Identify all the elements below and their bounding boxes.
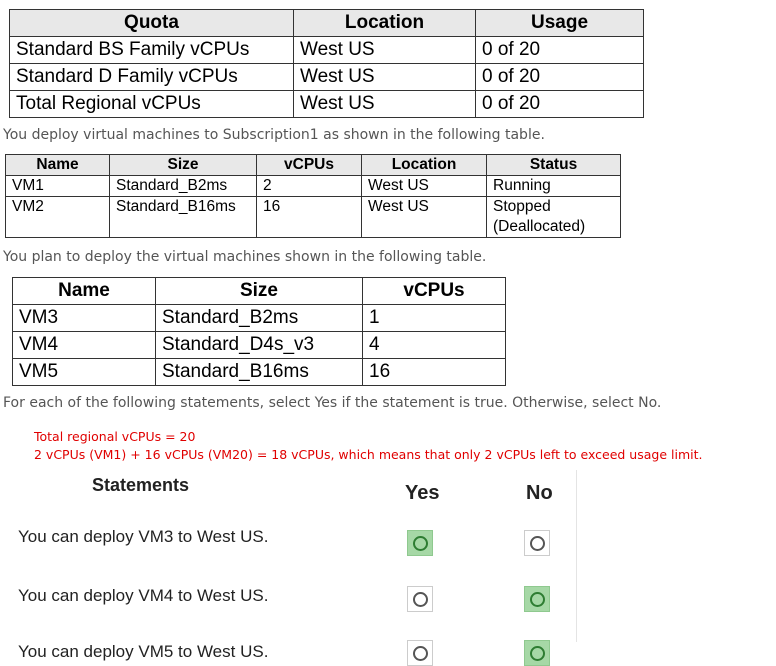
radio-button-icon xyxy=(412,645,428,661)
table-cell: 16 xyxy=(256,196,362,238)
statement-2-yes-radio[interactable] xyxy=(407,586,433,612)
column-header: Location xyxy=(361,154,487,176)
column-header: vCPUs xyxy=(256,154,362,176)
table-cell: VM3 xyxy=(12,304,156,332)
radio-button-icon xyxy=(412,535,428,551)
table-cell: West US xyxy=(361,175,487,197)
table-header-row: Quota Location Usage xyxy=(9,9,644,37)
quota-table: Quota Location Usage Standard BS Family … xyxy=(9,9,644,118)
radio-button-icon xyxy=(412,591,428,607)
table-cell: West US xyxy=(361,196,487,238)
table-cell: Standard_B2ms xyxy=(109,175,257,197)
table-cell: Running xyxy=(486,175,621,197)
table-row: VM3 Standard_B2ms 1 xyxy=(12,304,506,332)
instruction-text: For each of the following statements, se… xyxy=(3,395,662,411)
table-cell: VM1 xyxy=(5,175,110,197)
planned-vms-table: Name Size vCPUs VM3 Standard_B2ms 1 VM4 … xyxy=(12,277,506,386)
table-cell: Standard BS Family vCPUs xyxy=(9,36,294,64)
divider xyxy=(576,470,577,642)
table-cell: West US xyxy=(293,90,476,118)
column-header: Size xyxy=(155,277,363,305)
radio-button-icon xyxy=(529,645,545,661)
column-header: Quota xyxy=(9,9,294,37)
table-cell: West US xyxy=(293,63,476,91)
table-row: Standard D Family vCPUs West US 0 of 20 xyxy=(9,63,644,91)
table-row: VM5 Standard_B16ms 16 xyxy=(12,358,506,386)
table-cell: VM5 xyxy=(12,358,156,386)
table-row: Standard BS Family vCPUs West US 0 of 20 xyxy=(9,36,644,64)
instruction-text: You plan to deploy the virtual machines … xyxy=(3,249,487,265)
radio-button-icon xyxy=(529,535,545,551)
table-row: VM1 Standard_B2ms 2 West US Running xyxy=(5,175,621,197)
table-header-row: Name Size vCPUs xyxy=(12,277,506,305)
table-cell: Stopped (Deallocated) xyxy=(486,196,621,238)
instruction-text: You deploy virtual machines to Subscript… xyxy=(3,127,545,143)
column-header: Status xyxy=(486,154,621,176)
column-header: Size xyxy=(109,154,257,176)
yes-column-header: Yes xyxy=(405,482,440,504)
table-row: VM2 Standard_B16ms 16 West US Stopped (D… xyxy=(5,196,621,238)
table-cell: 4 xyxy=(362,331,506,359)
deployed-vms-table: Name Size vCPUs Location Status VM1 Stan… xyxy=(5,154,621,238)
explanation-line: Total regional vCPUs = 20 xyxy=(34,429,196,444)
statement-text: You can deploy VM4 to West US. xyxy=(18,586,269,605)
table-cell: Standard D Family vCPUs xyxy=(9,63,294,91)
table-cell: 16 xyxy=(362,358,506,386)
column-header: Name xyxy=(5,154,110,176)
statement-3-no-radio[interactable] xyxy=(524,640,550,666)
statements-header: Statements xyxy=(92,475,190,495)
table-cell: 1 xyxy=(362,304,506,332)
table-cell: Standard_B16ms xyxy=(155,358,363,386)
no-column-header: No xyxy=(526,482,553,504)
radio-button-icon xyxy=(529,591,545,607)
statement-text: You can deploy VM5 to West US. xyxy=(18,642,269,661)
table-cell: West US xyxy=(293,36,476,64)
explanation-line: 2 vCPUs (VM1) + 16 vCPUs (VM20) = 18 vCP… xyxy=(34,447,703,462)
statement-2-no-radio[interactable] xyxy=(524,586,550,612)
column-header: Location xyxy=(293,9,476,37)
table-cell: Total Regional vCPUs xyxy=(9,90,294,118)
table-cell: 0 of 20 xyxy=(475,36,644,64)
statement-1-yes-radio[interactable] xyxy=(407,530,433,556)
table-row: Total Regional vCPUs West US 0 of 20 xyxy=(9,90,644,118)
table-header-row: Name Size vCPUs Location Status xyxy=(5,154,621,176)
table-cell: 0 of 20 xyxy=(475,63,644,91)
table-cell: 2 xyxy=(256,175,362,197)
table-cell: Standard_D4s_v3 xyxy=(155,331,363,359)
statement-text: You can deploy VM3 to West US. xyxy=(18,527,269,546)
table-row: VM4 Standard_D4s_v3 4 xyxy=(12,331,506,359)
table-cell: 0 of 20 xyxy=(475,90,644,118)
column-header: vCPUs xyxy=(362,277,506,305)
table-cell: VM2 xyxy=(5,196,110,238)
statement-3-yes-radio[interactable] xyxy=(407,640,433,666)
table-cell: Standard_B2ms xyxy=(155,304,363,332)
table-cell: VM4 xyxy=(12,331,156,359)
statement-1-no-radio[interactable] xyxy=(524,530,550,556)
table-cell: Standard_B16ms xyxy=(109,196,257,238)
column-header: Name xyxy=(12,277,156,305)
column-header: Usage xyxy=(475,9,644,37)
